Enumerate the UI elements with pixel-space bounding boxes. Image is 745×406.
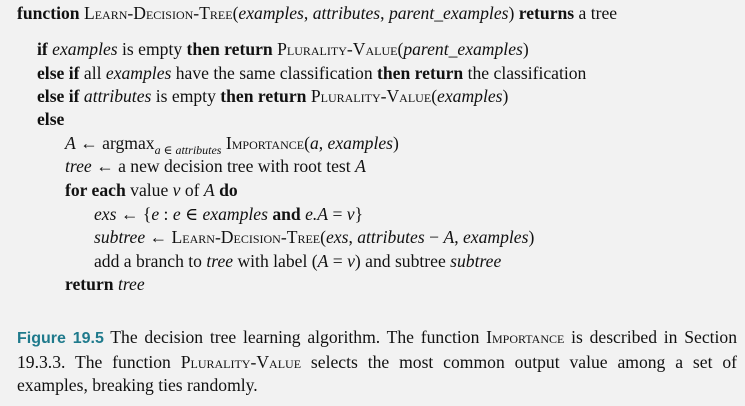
- code-token: tree: [117, 274, 145, 294]
- code-token: then return: [186, 39, 278, 59]
- caption-text: The decision tree learning algorithm. Th…: [17, 327, 737, 395]
- code-token: attributes: [357, 227, 425, 247]
- code-token: have the same classification: [171, 63, 378, 83]
- algorithm-line: else: [37, 108, 64, 130]
- algorithm-line: else if attributes is empty then return …: [37, 85, 508, 107]
- code-token: examples: [52, 39, 118, 59]
- code-token: attributes: [83, 86, 152, 106]
- code-token: ): [393, 133, 399, 153]
- code-token: a tree: [574, 3, 618, 23]
- code-token: examples: [202, 204, 268, 224]
- figure-caption: Figure 19.5 The decision tree learning a…: [17, 326, 737, 398]
- code-token: ,: [380, 3, 389, 23]
- code-token: returns: [518, 3, 575, 23]
- algorithm-line: A ← argmaxa ∈ attributes Importance(a, e…: [65, 132, 399, 157]
- code-token: A: [443, 227, 455, 247]
- figure-page: function Learn-Decision-Tree(examples, a…: [0, 0, 745, 406]
- code-token: subtree: [450, 251, 502, 271]
- algorithm-line: tree ← a new decision tree with root tes…: [65, 155, 366, 177]
- algorithm-line: add a branch to tree with label (A = v) …: [94, 250, 501, 272]
- code-token: A: [355, 156, 366, 176]
- code-token: tree: [65, 156, 92, 176]
- code-token: a: [309, 133, 319, 153]
- code-token: exs: [325, 227, 349, 247]
- caption-token: Importance: [486, 327, 565, 347]
- algorithm-line: exs ← {e : e ∈ examples and e.A = v}: [94, 203, 363, 225]
- code-token: ) and subtree: [354, 251, 451, 271]
- code-token: for each: [65, 180, 126, 200]
- code-token: tree: [206, 251, 234, 271]
- code-token: ← {: [116, 204, 152, 224]
- code-token: value: [125, 180, 173, 200]
- code-token: ,: [303, 3, 313, 23]
- code-token: ← argmax: [75, 133, 155, 153]
- code-token: A: [203, 180, 215, 200]
- code-token: add a branch to: [94, 251, 207, 271]
- code-token: then return: [377, 63, 464, 83]
- code-token: attributes: [312, 3, 381, 23]
- code-token: v: [347, 251, 355, 271]
- code-token: is empty: [151, 86, 221, 106]
- code-token: with label (: [233, 251, 318, 271]
- code-token: ← a new decision tree with root test: [91, 156, 356, 176]
- code-token: Learn-Decision-Tree: [171, 227, 321, 247]
- code-token: :: [159, 204, 173, 224]
- code-token: else: [37, 109, 65, 129]
- code-token: Plurality-Value: [277, 39, 398, 59]
- caption-token: The decision tree learning algorithm. Th…: [103, 327, 487, 347]
- code-token: ←: [145, 227, 172, 247]
- code-token: e: [172, 204, 181, 224]
- code-token: ,: [348, 227, 358, 247]
- code-token: =: [328, 204, 347, 224]
- code-token: examples: [105, 63, 172, 83]
- code-token: examples: [462, 227, 529, 247]
- code-token: e: [151, 204, 160, 224]
- code-token: ,: [454, 227, 463, 247]
- code-token: ): [502, 86, 509, 106]
- code-token: else if: [37, 63, 80, 83]
- code-token: e.A: [305, 204, 329, 224]
- code-token: A: [65, 133, 76, 153]
- code-token: Plurality-Value: [310, 86, 432, 106]
- code-token: else if: [37, 86, 84, 106]
- code-token: −: [424, 227, 444, 247]
- code-token: do: [214, 180, 238, 200]
- code-token: then return: [220, 86, 311, 106]
- algorithm-line: if examples is empty then return Plurali…: [37, 38, 529, 60]
- code-token: return: [65, 274, 118, 294]
- code-token: examples: [238, 3, 304, 23]
- code-token: ∈: [180, 204, 203, 224]
- algorithm-line: subtree ← Learn-Decision-Tree(exs, attri…: [94, 226, 534, 248]
- figure-label: Figure 19.5: [17, 330, 104, 347]
- code-token: ): [508, 3, 519, 23]
- algorithm-line: function Learn-Decision-Tree(examples, a…: [17, 2, 617, 24]
- algorithm-line: for each value v of A do: [65, 179, 238, 201]
- code-token: A: [317, 251, 329, 271]
- code-token: if: [37, 39, 53, 59]
- code-token: of: [180, 180, 204, 200]
- code-token: examples: [437, 86, 503, 106]
- code-token: all: [79, 63, 106, 83]
- code-token: Importance: [225, 133, 305, 153]
- code-token: v: [346, 204, 355, 224]
- code-token: and: [267, 204, 306, 224]
- code-token: subtree: [94, 227, 146, 247]
- caption-token: Plurality-Value: [180, 351, 302, 372]
- code-token: ,: [318, 133, 328, 153]
- code-token: ): [522, 39, 529, 59]
- code-token: the classification: [463, 63, 587, 83]
- code-token: }: [354, 204, 364, 224]
- code-token: =: [328, 251, 348, 271]
- code-token: parent_examples: [403, 39, 523, 59]
- code-token: parent_examples: [388, 3, 509, 23]
- code-token: ): [528, 227, 535, 247]
- code-token: is empty: [117, 39, 187, 59]
- code-token: function: [17, 3, 84, 23]
- code-token: examples: [327, 133, 393, 153]
- algorithm-line: return tree: [65, 273, 145, 295]
- code-token: Learn-Decision-Tree: [83, 3, 233, 23]
- code-token: exs: [94, 204, 117, 224]
- algorithm-line: else if all examples have the same class…: [37, 62, 586, 84]
